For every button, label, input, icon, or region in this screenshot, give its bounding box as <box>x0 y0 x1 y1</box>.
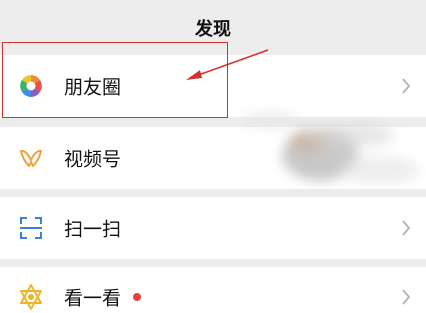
menu-item-moments[interactable]: 朋友圈 <box>0 55 426 117</box>
channels-icon <box>17 144 45 172</box>
menu-item-label: 扫一扫 <box>64 218 122 241</box>
chevron-right-icon <box>400 219 412 237</box>
menu-item-label: 视频号 <box>64 148 122 171</box>
page-title: 发现 <box>195 19 231 40</box>
scan-icon <box>17 214 45 242</box>
top-stories-icon <box>17 283 45 311</box>
unread-badge <box>133 293 141 301</box>
menu-item-scan[interactable]: 扫一扫 <box>0 197 426 259</box>
menu-item-label: 朋友圈 <box>64 76 122 99</box>
chevron-right-icon <box>400 77 412 95</box>
discover-screen: 发现 朋友圈 视频号 扫一扫 看一看 <box>0 0 426 313</box>
menu-item-label: 看一看 <box>64 287 122 310</box>
menu-item-top-stories[interactable]: 看一看 <box>0 267 426 313</box>
menu-item-channels[interactable]: 视频号 <box>0 127 426 189</box>
moments-icon <box>17 72 45 100</box>
chevron-right-icon <box>400 288 412 306</box>
